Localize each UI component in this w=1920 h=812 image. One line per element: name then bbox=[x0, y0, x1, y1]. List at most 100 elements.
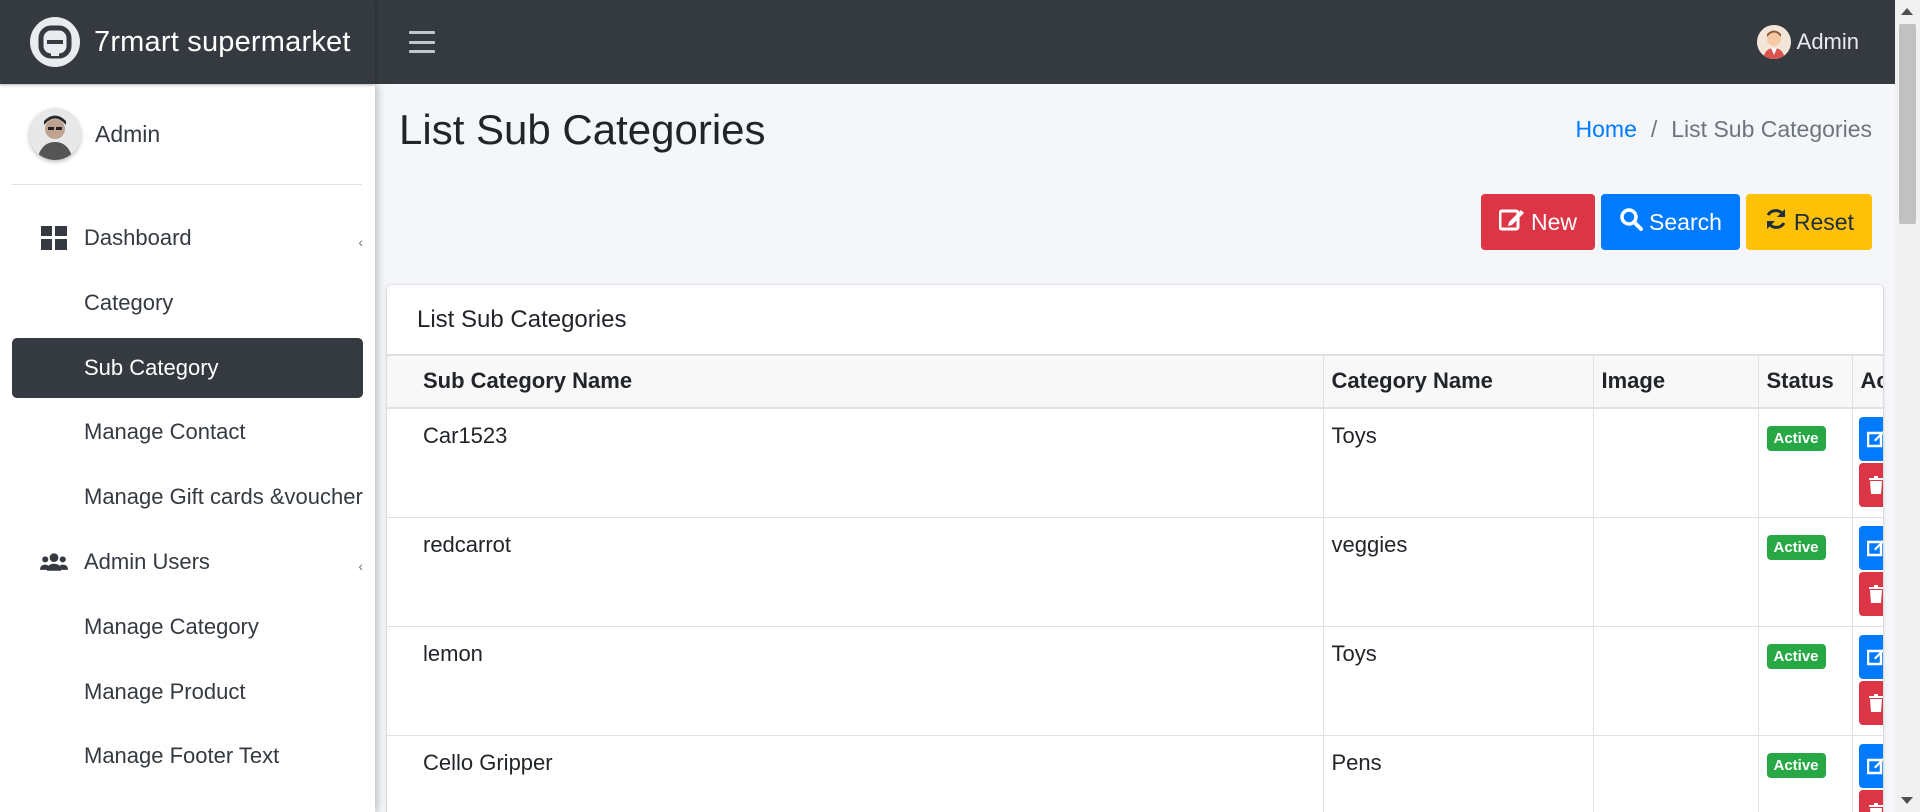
sidebar-item-manage-product[interactable]: Manage Product bbox=[12, 662, 363, 722]
card-title: List Sub Categories bbox=[387, 285, 1883, 355]
reset-button-label: Reset bbox=[1793, 208, 1854, 235]
cell-sub-category-name: lemon bbox=[387, 625, 1324, 736]
sidebar-item-label: Dashboard bbox=[84, 225, 192, 250]
edit-icon bbox=[1866, 757, 1883, 774]
sub-categories-table: Sub Category Name Category Name Image St… bbox=[387, 355, 1883, 812]
chevron-left-icon: ‹ bbox=[358, 234, 363, 250]
sidebar: Admin Dashboard ‹ Category Sub Category … bbox=[0, 84, 375, 812]
column-header-category-name: Category Name bbox=[1322, 355, 1594, 409]
breadcrumb-current: List Sub Categories bbox=[1671, 116, 1872, 142]
cell-image bbox=[1592, 407, 1759, 518]
status-badge[interactable]: Active bbox=[1766, 425, 1826, 451]
sidebar-item-label: Sub Category bbox=[84, 355, 219, 380]
table-header-row: Sub Category Name Category Name Image St… bbox=[387, 355, 1883, 409]
cell-status: Active bbox=[1757, 407, 1853, 518]
sidebar-item-dashboard[interactable]: Dashboard ‹ bbox=[12, 208, 363, 268]
new-button-label: New bbox=[1531, 208, 1578, 235]
delete-row-button[interactable] bbox=[1858, 462, 1883, 507]
cell-actions bbox=[1851, 734, 1883, 812]
column-header-action: Ac bbox=[1851, 355, 1883, 409]
search-button-label: Search bbox=[1649, 208, 1722, 235]
sidebar-item-manage-category[interactable]: Manage Category bbox=[12, 597, 363, 657]
sidebar-user-name: Admin bbox=[95, 120, 161, 147]
sidebar-item-category[interactable]: Category bbox=[12, 273, 363, 333]
table-row: Car1523 Toys Active bbox=[387, 407, 1883, 518]
sidebar-item-label: Manage Contact bbox=[84, 419, 246, 444]
brand-link[interactable]: 7rmart supermarket bbox=[0, 0, 375, 84]
edit-row-button[interactable] bbox=[1858, 743, 1883, 788]
sidebar-avatar bbox=[29, 108, 81, 160]
cell-status: Active bbox=[1757, 516, 1853, 627]
sidebar-item-label: Manage Category bbox=[84, 614, 259, 639]
breadcrumb-home-link[interactable]: Home bbox=[1576, 116, 1637, 143]
brand-name: 7rmart supermarket bbox=[94, 25, 351, 58]
brand-logo bbox=[30, 17, 80, 67]
delete-row-button[interactable] bbox=[1858, 680, 1883, 725]
user-avatar-icon bbox=[1756, 25, 1791, 59]
sidebar-item-label: Manage Product bbox=[84, 679, 246, 704]
column-header-status: Status bbox=[1757, 355, 1853, 409]
cell-status: Active bbox=[1757, 625, 1853, 736]
cell-sub-category-name: redcarrot bbox=[387, 516, 1324, 627]
search-button[interactable]: Search bbox=[1601, 194, 1740, 250]
sidebar-item-manage-contact[interactable]: Manage Contact bbox=[12, 402, 363, 462]
table-row: lemon Toys Active bbox=[387, 625, 1883, 736]
status-badge[interactable]: Active bbox=[1766, 752, 1826, 778]
breadcrumb: Home / List Sub Categories bbox=[1576, 116, 1872, 143]
edit-icon bbox=[1866, 648, 1883, 665]
scroll-down-arrow-icon[interactable] bbox=[1901, 797, 1913, 804]
page-scrollbar[interactable] bbox=[1895, 0, 1920, 812]
menu-toggle-icon[interactable] bbox=[409, 31, 435, 53]
cell-category-name: Toys bbox=[1322, 407, 1594, 518]
sidebar-item-label: Category bbox=[84, 290, 174, 315]
cell-image bbox=[1592, 625, 1759, 736]
sidebar-item-manage-footer-text[interactable]: Manage Footer Text bbox=[12, 726, 363, 786]
edit-row-button[interactable] bbox=[1858, 634, 1883, 679]
edit-row-button[interactable] bbox=[1858, 416, 1883, 461]
sidebar-item-label: Manage Gift cards &voucher bbox=[84, 484, 363, 509]
column-header-sub-category-name: Sub Category Name bbox=[387, 355, 1324, 409]
cell-actions bbox=[1851, 516, 1883, 627]
search-icon bbox=[1619, 207, 1644, 237]
edit-icon bbox=[1866, 539, 1883, 556]
action-toolbar: New Search Reset bbox=[1481, 194, 1872, 250]
edit-icon bbox=[1498, 207, 1525, 237]
table-row: Cello Gripper Pens Active bbox=[387, 734, 1883, 812]
reset-button[interactable]: Reset bbox=[1745, 194, 1872, 250]
user-menu-label: Admin bbox=[1796, 29, 1859, 54]
cell-image bbox=[1592, 516, 1759, 627]
column-header-image: Image bbox=[1592, 355, 1759, 409]
sidebar-item-label: Manage Footer Text bbox=[84, 743, 280, 768]
sidebar-item-label: Admin Users bbox=[84, 549, 210, 574]
cell-actions bbox=[1851, 407, 1883, 518]
delete-row-button[interactable] bbox=[1858, 571, 1883, 616]
sidebar-item-admin-users[interactable]: Admin Users ‹ bbox=[12, 532, 363, 592]
cell-status: Active bbox=[1757, 734, 1853, 812]
trash-icon bbox=[1868, 693, 1883, 712]
user-menu[interactable]: Admin bbox=[1756, 25, 1859, 59]
users-icon bbox=[40, 548, 68, 576]
trash-icon bbox=[1868, 802, 1883, 812]
status-badge[interactable]: Active bbox=[1766, 534, 1826, 560]
cell-category-name: Pens bbox=[1322, 734, 1594, 812]
sidebar-item-manage-gift-cards[interactable]: Manage Gift cards &voucher bbox=[12, 467, 363, 527]
scroll-up-arrow-icon[interactable] bbox=[1901, 8, 1913, 15]
sidebar-user-panel[interactable]: Admin bbox=[12, 84, 362, 185]
status-badge[interactable]: Active bbox=[1766, 643, 1826, 669]
cell-sub-category-name: Cello Gripper bbox=[387, 734, 1324, 812]
sync-icon bbox=[1764, 207, 1788, 237]
cell-actions bbox=[1851, 625, 1883, 736]
breadcrumb-separator: / bbox=[1650, 116, 1658, 142]
edit-row-button[interactable] bbox=[1858, 525, 1883, 570]
dashboard-icon bbox=[40, 224, 68, 252]
chevron-left-icon: ‹ bbox=[358, 558, 363, 574]
table-row: redcarrot veggies Active bbox=[387, 516, 1883, 627]
new-button[interactable]: New bbox=[1481, 194, 1596, 250]
sub-categories-card: List Sub Categories Sub Category Name Ca… bbox=[387, 285, 1883, 812]
scrollbar-thumb[interactable] bbox=[1899, 24, 1916, 224]
sidebar-item-sub-category[interactable]: Sub Category bbox=[12, 338, 363, 398]
delete-row-button[interactable] bbox=[1858, 789, 1883, 812]
cell-category-name: Toys bbox=[1322, 625, 1594, 736]
cell-category-name: veggies bbox=[1322, 516, 1594, 627]
page-title: List Sub Categories bbox=[399, 106, 766, 153]
